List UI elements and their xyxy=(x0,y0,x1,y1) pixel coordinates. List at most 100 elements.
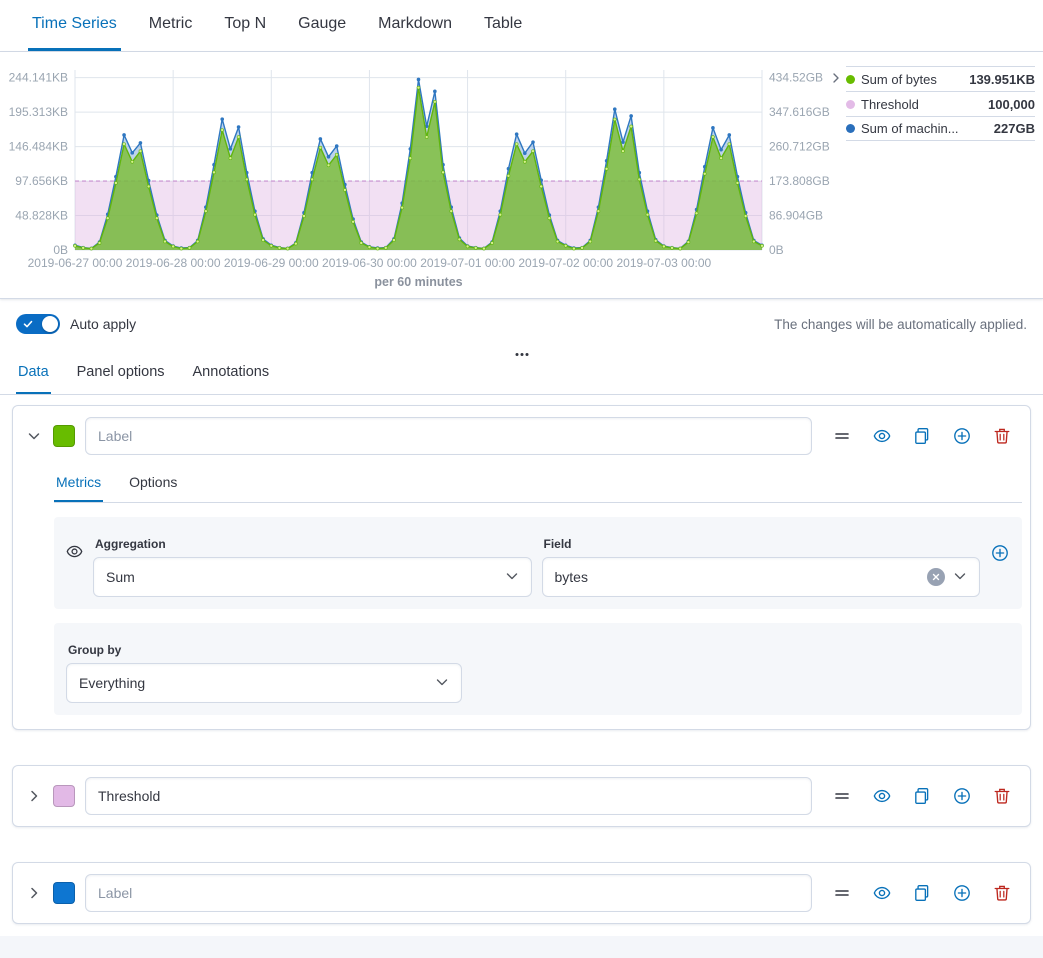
field-value: bytes xyxy=(555,569,928,585)
tab-markdown[interactable]: Markdown xyxy=(374,0,456,51)
svg-text:0B: 0B xyxy=(53,243,68,257)
group-by-select[interactable]: Everything xyxy=(66,663,462,703)
tab-data[interactable]: Data xyxy=(16,364,51,394)
legend-item-sum-of-bytes[interactable]: Sum of bytes 139.951KB xyxy=(846,66,1035,91)
legend-dot-blue xyxy=(846,124,855,133)
eye-icon[interactable] xyxy=(872,426,892,446)
add-series-icon[interactable] xyxy=(952,426,972,446)
svg-text:173.808GB: 173.808GB xyxy=(769,174,830,188)
add-metric-icon[interactable] xyxy=(990,543,1010,563)
metric-panel: Aggregation Sum Field bytes xyxy=(54,517,1022,609)
svg-text:2019-06-28 00:00: 2019-06-28 00:00 xyxy=(126,256,221,270)
legend-label: Sum of machin... xyxy=(861,121,988,136)
eye-icon[interactable] xyxy=(872,786,892,806)
clone-series-icon[interactable] xyxy=(912,426,932,446)
eye-icon[interactable] xyxy=(872,883,892,903)
svg-text:434.52GB: 434.52GB xyxy=(769,71,823,85)
auto-apply-bar: Auto apply The changes will be automatic… xyxy=(0,299,1043,349)
visualization-type-tabbar: Time Series Metric Top N Gauge Markdown … xyxy=(0,0,1043,52)
legend-value: 227GB xyxy=(994,121,1035,136)
series-list: Metrics Options Aggregation Sum xyxy=(0,395,1043,924)
tab-gauge[interactable]: Gauge xyxy=(294,0,350,51)
aggregation-label: Aggregation xyxy=(95,537,532,551)
series-card-3 xyxy=(12,862,1031,924)
series-card-2 xyxy=(12,765,1031,827)
svg-text:146.484KB: 146.484KB xyxy=(9,140,68,154)
legend-item-threshold[interactable]: Threshold 100,000 xyxy=(846,91,1035,116)
delete-series-icon[interactable] xyxy=(992,883,1012,903)
chevron-down-icon xyxy=(505,569,519,586)
delete-series-icon[interactable] xyxy=(992,426,1012,446)
svg-text:97.656KB: 97.656KB xyxy=(15,174,68,188)
clone-series-icon[interactable] xyxy=(912,786,932,806)
page-footer xyxy=(0,936,1043,958)
legend-dot-pink xyxy=(846,100,855,109)
series-header xyxy=(13,766,1030,826)
group-by-label: Group by xyxy=(68,643,1010,657)
tab-metric[interactable]: Metric xyxy=(145,0,197,51)
collapse-chevron-right-icon[interactable] xyxy=(25,884,43,902)
series-label-input[interactable] xyxy=(85,777,812,815)
svg-text:0B: 0B xyxy=(769,243,784,257)
svg-text:2019-07-03 00:00: 2019-07-03 00:00 xyxy=(616,256,711,270)
add-series-icon[interactable] xyxy=(952,786,972,806)
add-series-icon[interactable] xyxy=(952,883,972,903)
svg-text:260.712GB: 260.712GB xyxy=(769,140,830,154)
svg-text:per 60 minutes: per 60 minutes xyxy=(374,275,462,289)
check-icon xyxy=(23,319,33,329)
aggregation-select[interactable]: Sum xyxy=(93,557,532,597)
field-combobox[interactable]: bytes xyxy=(542,557,981,597)
drag-handle-icon[interactable] xyxy=(832,883,852,903)
group-by-value: Everything xyxy=(79,675,435,691)
legend-dot-green xyxy=(846,75,855,84)
legend-item-sum-of-machine-ram[interactable]: Sum of machin... 227GB xyxy=(846,116,1035,141)
collapse-chevron-right-icon[interactable] xyxy=(25,787,43,805)
svg-text:2019-06-30 00:00: 2019-06-30 00:00 xyxy=(322,256,417,270)
tab-table[interactable]: Table xyxy=(480,0,526,51)
metric-eye-icon[interactable] xyxy=(66,543,83,565)
time-series-chart: 0B 0B 48.828KB 86.904GB 97.656KB 173.808GB 146… xyxy=(0,60,830,292)
collapse-chevron-down-icon[interactable] xyxy=(25,427,43,445)
svg-text:244.141KB: 244.141KB xyxy=(9,71,68,85)
drag-handle-icon[interactable] xyxy=(832,786,852,806)
tab-time-series[interactable]: Time Series xyxy=(28,0,121,51)
chart-legend: Sum of bytes 139.951KB Threshold 100,000… xyxy=(830,66,1035,141)
svg-text:2019-06-27 00:00: 2019-06-27 00:00 xyxy=(28,256,123,270)
auto-apply-toggle[interactable] xyxy=(16,314,60,334)
clear-field-icon[interactable] xyxy=(927,568,945,586)
tab-panel-options[interactable]: Panel options xyxy=(75,364,167,394)
series-card-1: Metrics Options Aggregation Sum xyxy=(12,405,1031,730)
chevron-down-icon xyxy=(953,569,967,586)
resize-handle-icon[interactable] xyxy=(511,349,532,360)
series-color-swatch[interactable] xyxy=(53,785,75,807)
chevron-down-icon xyxy=(435,675,449,692)
metric-tabbar: Metrics Options xyxy=(54,468,1022,503)
tab-annotations[interactable]: Annotations xyxy=(191,364,272,394)
series-header xyxy=(13,406,1030,466)
auto-apply-hint: The changes will be automatically applie… xyxy=(774,317,1027,332)
group-by-panel: Group by Everything xyxy=(54,623,1022,715)
series-color-swatch[interactable] xyxy=(53,882,75,904)
tab-metrics[interactable]: Metrics xyxy=(54,468,103,502)
clone-series-icon[interactable] xyxy=(912,883,932,903)
svg-text:347.616GB: 347.616GB xyxy=(769,105,830,119)
editor-tabbar: Data Panel options Annotations xyxy=(0,349,1043,395)
svg-text:48.828KB: 48.828KB xyxy=(15,209,68,223)
tab-options[interactable]: Options xyxy=(127,468,179,502)
svg-text:2019-07-02 00:00: 2019-07-02 00:00 xyxy=(518,256,613,270)
svg-text:2019-07-01 00:00: 2019-07-01 00:00 xyxy=(420,256,515,270)
legend-label: Sum of bytes xyxy=(861,72,963,87)
svg-text:86.904GB: 86.904GB xyxy=(769,209,823,223)
svg-text:195.313KB: 195.313KB xyxy=(9,105,68,119)
series-header xyxy=(13,863,1030,923)
series-label-input[interactable] xyxy=(85,417,812,455)
auto-apply-label: Auto apply xyxy=(70,316,136,332)
series-label-input[interactable] xyxy=(85,874,812,912)
legend-collapse-icon[interactable] xyxy=(830,66,846,141)
series-color-swatch[interactable] xyxy=(53,425,75,447)
drag-handle-icon[interactable] xyxy=(832,426,852,446)
time-series-chart-panel: 0B 0B 48.828KB 86.904GB 97.656KB 173.808GB 146… xyxy=(0,52,1043,299)
svg-text:2019-06-29 00:00: 2019-06-29 00:00 xyxy=(224,256,319,270)
tab-top-n[interactable]: Top N xyxy=(220,0,270,51)
delete-series-icon[interactable] xyxy=(992,786,1012,806)
